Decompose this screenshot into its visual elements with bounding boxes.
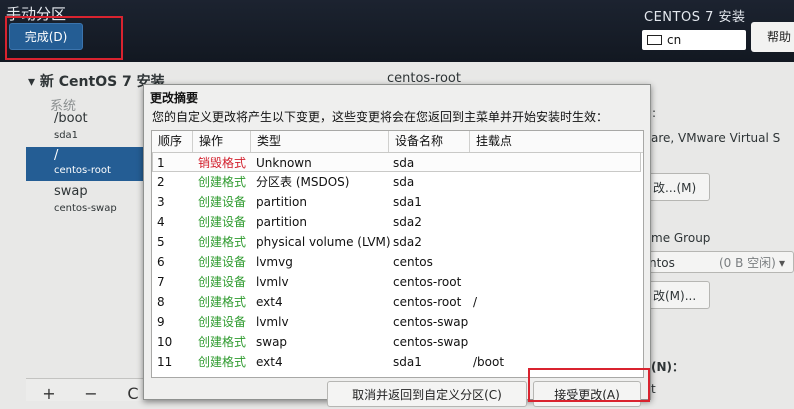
cell-device: centos (393, 255, 433, 269)
table-row[interactable]: 9 创建设备 lvmlv centos-swap (152, 312, 641, 332)
detail-colon: : (652, 106, 657, 120)
cell-action: 创建设备 (198, 215, 247, 229)
cell-device: centos-swap (393, 335, 469, 349)
volume-group-select[interactable]: ntos (0 B 空闲) ▾ (630, 251, 794, 273)
table-row[interactable]: 2 创建格式 分区表 (MSDOS) sda (152, 172, 641, 192)
table-row[interactable]: 4 创建设备 partition sda2 (152, 212, 641, 232)
cell-type: partition (256, 215, 307, 229)
partition-mount: /boot (54, 111, 88, 126)
cell-order: 2 (157, 175, 165, 189)
volume-group-value: ntos (649, 256, 675, 270)
volume-group-free: (0 B 空闲) (719, 256, 776, 270)
partition-device: sda1 (54, 130, 79, 141)
cell-type: Unknown (256, 156, 312, 170)
highlight-box-done (5, 16, 123, 60)
cell-mount: /boot (473, 355, 505, 369)
cell-order: 4 (157, 215, 165, 229)
cell-type: lvmlv (256, 275, 289, 289)
partition-device: centos-swap (54, 203, 117, 214)
cell-order: 9 (157, 315, 165, 329)
name-label: (N)： (651, 360, 685, 374)
cell-device: sda1 (393, 195, 422, 209)
cell-device: sda1 (393, 355, 422, 369)
keyboard-icon (647, 34, 662, 45)
cell-action: 创建格式 (198, 175, 247, 189)
cell-device: sda (393, 156, 415, 170)
cell-action: 创建设备 (198, 275, 247, 289)
keyboard-layout-label: cn (667, 33, 682, 47)
chevron-down-icon: ▾ (779, 256, 786, 270)
cell-order: 8 (157, 295, 165, 309)
cell-device: sda2 (393, 215, 422, 229)
table-row[interactable]: 8 创建格式 ext4 centos-root / (152, 292, 641, 312)
table-header: 顺序 操作 类型 设备名称 挂载点 (152, 131, 643, 153)
cell-order: 7 (157, 275, 165, 289)
column-header-action[interactable]: 操作 (193, 131, 251, 152)
cell-order: 1 (157, 156, 165, 170)
dialog-description: 您的自定义更改将产生以下变更，这些变更将会在您返回到主菜单并开始安装时生效： (152, 110, 609, 124)
partition-item-swap[interactable]: swap centos-swap (26, 184, 146, 222)
device-description: are, VMware Virtual S (651, 131, 781, 145)
cell-action: 创建设备 (198, 195, 247, 209)
name-colon-label: t (651, 382, 656, 396)
column-header-device[interactable]: 设备名称 (389, 131, 470, 152)
cell-action: 创建格式 (198, 295, 247, 309)
cell-order: 3 (157, 195, 165, 209)
cancel-return-button[interactable]: 取消并返回到自定义分区(C) (327, 381, 527, 407)
cell-type: 分区表 (MSDOS) (256, 175, 350, 189)
modify-devices-button[interactable]: 改...(M) (648, 173, 710, 201)
partition-toolbar: + − C (26, 378, 152, 403)
cell-type: partition (256, 195, 307, 209)
cell-order: 6 (157, 255, 165, 269)
highlight-box-accept (528, 368, 650, 402)
partition-device: centos-root (54, 165, 111, 176)
partition-item-root[interactable]: / centos-root (26, 147, 146, 181)
cell-action: 创建格式 (198, 355, 247, 369)
column-header-type[interactable]: 类型 (251, 131, 389, 152)
changes-table[interactable]: 顺序 操作 类型 设备名称 挂载点 1 销毁格式 Unknown sda 2 创建格式 分区… (151, 130, 644, 378)
remove-partition-button[interactable]: − (76, 379, 106, 403)
cell-order: 11 (157, 355, 173, 369)
dialog-title: 更改摘要 (150, 91, 199, 105)
column-header-order[interactable]: 顺序 (152, 131, 193, 152)
partition-mount: / (54, 148, 59, 163)
cell-type: swap (256, 335, 288, 349)
cell-action: 创建格式 (198, 235, 247, 249)
cell-type: ext4 (256, 355, 283, 369)
keyboard-layout-indicator[interactable]: cn (642, 30, 746, 50)
cell-device: sda2 (393, 235, 422, 249)
cell-action: 创建设备 (198, 315, 247, 329)
modify-volume-group-button[interactable]: 改(M)... (648, 281, 710, 309)
cell-action: 创建格式 (198, 335, 247, 349)
cell-type: physical volume (LVM) (256, 235, 391, 249)
cell-device: centos-root (393, 295, 462, 309)
table-row[interactable]: 6 创建设备 lvmvg centos (152, 252, 641, 272)
cell-device: sda (393, 175, 415, 189)
cell-order: 5 (157, 235, 165, 249)
table-row[interactable]: 5 创建格式 physical volume (LVM) sda2 (152, 232, 641, 252)
cell-type: ext4 (256, 295, 283, 309)
cell-device: centos-root (393, 275, 462, 289)
column-header-mount[interactable]: 挂载点 (470, 131, 643, 152)
cell-mount: / (473, 295, 478, 309)
add-partition-button[interactable]: + (34, 379, 64, 403)
table-row[interactable]: 10 创建格式 swap centos-swap (152, 332, 641, 352)
table-row[interactable]: 7 创建设备 lvmlv centos-root (152, 272, 641, 292)
cell-order: 10 (157, 335, 173, 349)
cell-type: lvmvg (256, 255, 293, 269)
help-button[interactable]: 帮助 (751, 22, 794, 52)
volume-group-label: me Group (651, 231, 711, 245)
product-title: CENTOS 7 安装 (644, 10, 746, 25)
partition-item-boot[interactable]: /boot sda1 (26, 111, 146, 149)
table-row[interactable]: 1 销毁格式 Unknown sda (152, 152, 641, 172)
cell-action: 创建设备 (198, 255, 247, 269)
partition-mount: swap (54, 184, 88, 199)
cell-type: lvmlv (256, 315, 289, 329)
cell-device: centos-swap (393, 315, 469, 329)
table-row[interactable]: 3 创建设备 partition sda1 (152, 192, 641, 212)
cell-action: 销毁格式 (198, 156, 247, 170)
